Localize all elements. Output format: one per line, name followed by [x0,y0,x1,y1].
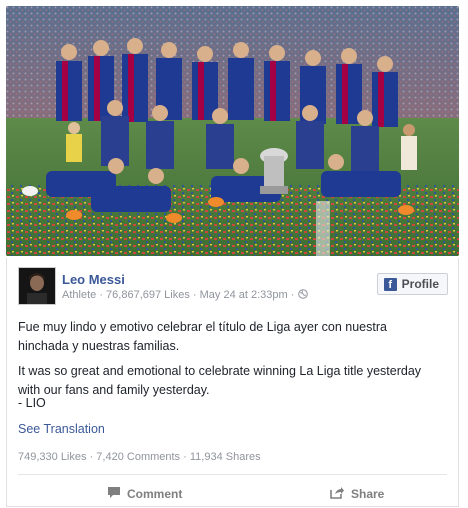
share-button-label: Share [351,487,385,501]
profile-button-label: Profile [401,277,439,291]
comment-button[interactable]: Comment [107,486,182,502]
avatar-image [19,268,55,304]
share-button[interactable]: Share [330,486,384,502]
team-celebration-photo[interactable] [6,6,459,256]
post-signoff: - LIO [18,396,46,410]
comment-button-label: Comment [127,487,183,501]
meta-separator: · [290,289,298,301]
post-card: Leo Messi Athlete · 76,867,697 Likes · M… [6,258,459,507]
author-category: Athlete [62,289,97,301]
avatar[interactable] [18,267,56,305]
comments-count[interactable]: 7,420 Comments [96,451,180,463]
post-date[interactable]: May 24 at 2:33pm [200,289,288,301]
facebook-post-embed: Leo Messi Athlete · 76,867,697 Likes · M… [0,0,468,508]
likes-count[interactable]: 749,330 Likes [18,451,87,463]
post-text-spanish: Fue muy lindo y emotivo celebrar el títu… [18,320,387,353]
author-name[interactable]: Leo Messi [62,272,125,287]
page-likes-count: 76,867,697 Likes [106,289,190,301]
facebook-icon: f [383,277,397,291]
meta-separator: · [192,289,200,301]
globe-icon [297,289,308,301]
divider [18,474,447,475]
see-translation-link[interactable]: See Translation [18,422,105,436]
post-meta: Athlete · 76,867,697 Likes · May 24 at 2… [62,289,308,301]
team-photo-illustration [6,6,459,256]
profile-button[interactable]: f Profile [376,273,448,295]
share-icon [330,486,345,502]
stats-separator: · [183,451,190,463]
post-stats: 749,330 Likes · 7,420 Comments · 11,934 … [18,451,261,463]
comment-icon [107,486,121,502]
shares-count[interactable]: 11,934 Shares [190,451,261,463]
